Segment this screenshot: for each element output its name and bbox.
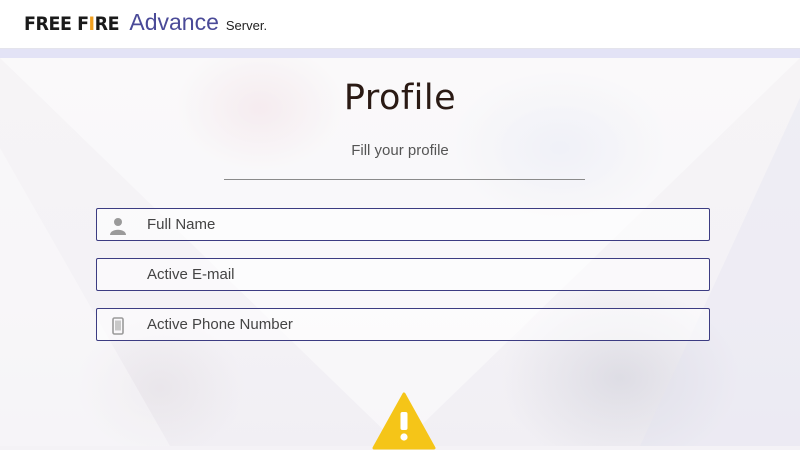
- warning-icon: [372, 392, 436, 450]
- phone-field: [96, 308, 710, 341]
- page-title: Profile: [343, 78, 457, 118]
- title-divider: [224, 179, 585, 180]
- header-accent-strip: [0, 49, 800, 58]
- email-input[interactable]: [147, 259, 697, 289]
- user-icon: [110, 218, 126, 235]
- phone-icon: [112, 317, 124, 335]
- logo-brand: FREE FIRE: [24, 13, 120, 35]
- email-field: [96, 258, 710, 291]
- logo-advance: Advance: [129, 9, 219, 35]
- page-subtitle: Fill your profile: [351, 142, 449, 159]
- logo-server: Server.: [225, 18, 268, 33]
- site-header: FREE FIRE Advance Server.: [0, 0, 800, 49]
- full-name-input[interactable]: [147, 209, 697, 239]
- phone-input[interactable]: [147, 309, 697, 339]
- full-name-field: [96, 208, 710, 241]
- site-logo[interactable]: FREE FIRE Advance Server.: [24, 9, 267, 36]
